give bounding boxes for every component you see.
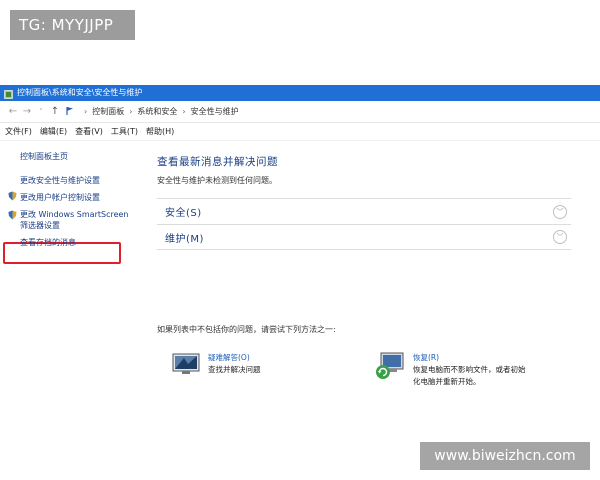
tg-badge: TG: MYYJJPP <box>10 10 135 40</box>
smartscreen-shield-icon <box>8 210 17 220</box>
sidebar-link-smartscreen-line2[interactable]: 筛选器设置 <box>20 220 60 231</box>
up-arrow-icon[interactable]: ↑ <box>48 106 62 117</box>
sidebar-link-smartscreen-line1[interactable]: 更改 Windows SmartScreen <box>20 209 129 220</box>
menu-file[interactable]: 文件(F) <box>5 126 32 137</box>
section-security[interactable]: 安全(S) ﹀ <box>157 198 571 224</box>
title-bar: 控制面板\系统和安全\安全性与维护 <box>0 85 600 101</box>
breadcrumb-control-panel[interactable]: 控制面板 <box>92 106 124 117</box>
back-arrow-icon[interactable]: ← <box>6 106 20 117</box>
recovery-tool[interactable]: 恢复(R) 恢复电脑而不影响文件，或者初始 化电脑并重新开始。 <box>375 352 526 388</box>
section-maintenance-label: 维护(M) <box>165 233 204 245</box>
recovery-desc-line2: 化电脑并重新开始。 <box>413 377 481 386</box>
troubleshooting-desc: 查找并解决问题 <box>208 365 261 374</box>
menu-tools[interactable]: 工具(T) <box>111 126 138 137</box>
chevron-down-icon[interactable]: ﹀ <box>553 230 567 244</box>
troubleshooting-icon <box>172 352 200 380</box>
window-title: 控制面板\系统和安全\安全性与维护 <box>17 88 143 97</box>
chevron-down-icon[interactable]: ˅ <box>34 108 48 116</box>
sidebar-link-home[interactable]: 控制面板主页 <box>20 151 68 162</box>
breadcrumb-security-maintenance[interactable]: 安全性与维护 <box>191 106 239 117</box>
section-security-label: 安全(S) <box>165 208 202 219</box>
uac-shield-icon <box>8 191 17 201</box>
recovery-icon <box>375 352 405 388</box>
control-panel-icon <box>4 89 13 99</box>
troubleshooting-link[interactable]: 疑难解答(O) <box>208 352 261 364</box>
menu-bar: 文件(F) 编辑(E) 查看(V) 工具(T) 帮助(H) <box>0 123 600 141</box>
address-flag-icon <box>65 106 75 118</box>
breadcrumb-separator: › <box>182 107 186 116</box>
section-maintenance[interactable]: 维护(M) ﹀ <box>157 224 571 250</box>
watermark: www.biweizhcn.com <box>420 442 590 470</box>
menu-view[interactable]: 查看(V) <box>75 126 103 137</box>
recovery-desc-line1: 恢复电脑而不影响文件，或者初始 <box>413 365 526 374</box>
page-title: 查看最新消息并解决问题 <box>157 156 278 168</box>
troubleshoot-tool[interactable]: 疑难解答(O) 查找并解决问题 <box>172 352 261 380</box>
sidebar-link-uac-settings[interactable]: 更改用户帐户控制设置 <box>20 192 100 203</box>
help-prompt: 如果列表中不包括你的问题，请尝试下列方法之一: <box>157 325 336 334</box>
breadcrumb-separator: › <box>84 107 88 116</box>
forward-arrow-icon[interactable]: → <box>20 106 34 117</box>
menu-help[interactable]: 帮助(H) <box>146 126 174 137</box>
breadcrumb-separator: › <box>129 107 133 116</box>
sidebar-link-security-settings[interactable]: 更改安全性与维护设置 <box>20 175 100 186</box>
address-bar: ← → ˅ ↑ › 控制面板 › 系统和安全 › 安全性与维护 <box>0 101 600 123</box>
control-panel-window: 控制面板\系统和安全\安全性与维护 ← → ˅ ↑ › 控制面板 › 系统和安全… <box>0 85 600 480</box>
chevron-down-icon[interactable]: ﹀ <box>553 204 567 219</box>
sidebar-link-archived-messages[interactable]: 查看存档的消息 <box>20 237 76 248</box>
recovery-link[interactable]: 恢复(R) <box>413 352 526 364</box>
breadcrumb-system-security[interactable]: 系统和安全 <box>137 106 177 117</box>
menu-edit[interactable]: 编辑(E) <box>40 126 67 137</box>
page-subtitle: 安全性与维护未检测到任何问题。 <box>157 176 277 185</box>
